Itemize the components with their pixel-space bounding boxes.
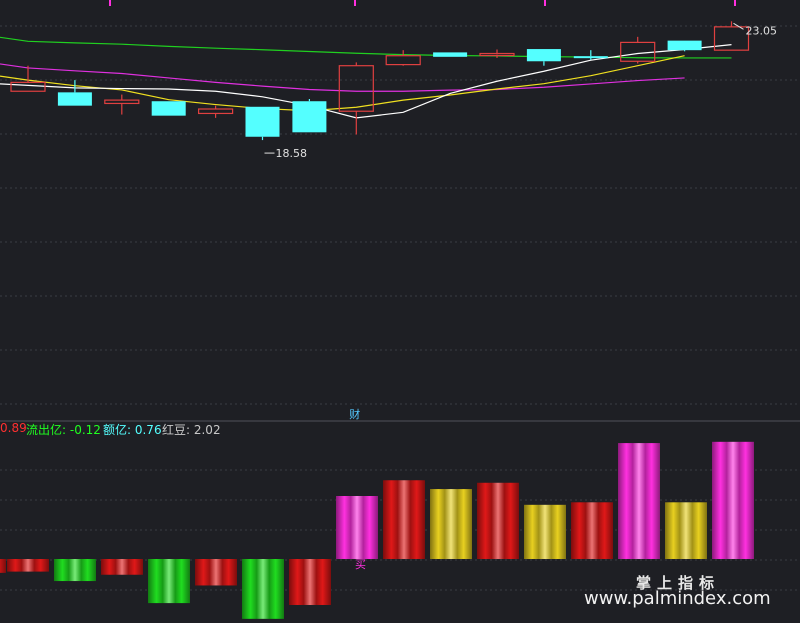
candle-body-up (198, 108, 234, 115)
indicator-bar (7, 559, 49, 572)
candle-body-up (479, 52, 515, 57)
indicator-bar (618, 443, 660, 559)
candle-body-down (573, 56, 608, 59)
candle-body-up (338, 65, 374, 112)
candle (667, 40, 702, 52)
indicator-bar (430, 489, 472, 559)
indicator-bar (289, 559, 331, 605)
chart-annotations: 23.05 18.58 财 (264, 22, 778, 421)
indicator-bar (101, 559, 143, 575)
indicator-bar (336, 496, 378, 559)
indicator-bar (712, 441, 754, 559)
high-label: 23.05 (746, 24, 778, 37)
indicator-bar (571, 502, 613, 559)
candle (526, 49, 561, 66)
candle-body-down (433, 52, 468, 57)
indicator-bar (665, 502, 707, 559)
candle-body-up (620, 41, 656, 62)
indicator-bar (524, 504, 566, 559)
candle (151, 101, 186, 116)
candle-body-down (245, 106, 280, 137)
candle (104, 94, 140, 115)
indicator-bar (195, 559, 237, 586)
indicator-bar (54, 559, 96, 582)
chart-canvas: 买 23.05 18.58 财 (0, 0, 800, 619)
low-label: 18.58 (276, 147, 308, 160)
candle-body-down (151, 101, 186, 116)
candle (245, 106, 280, 141)
indicator-bar (242, 559, 284, 619)
indicator-bar (148, 559, 190, 604)
ma-long-line (0, 36, 732, 59)
candle (338, 62, 374, 135)
candle (385, 50, 421, 66)
ma-mid-line (0, 55, 685, 112)
legend-outflow: 流出亿: -0.12 (26, 423, 101, 437)
legend-value-red: 0.89 (0, 421, 27, 435)
buy-marker: 买 (355, 558, 366, 571)
candle-body-down (292, 101, 327, 133)
candle-body-up (104, 99, 140, 105)
candle-body-up (385, 55, 421, 66)
candle (198, 105, 234, 118)
candle-body-up (10, 81, 46, 92)
event-marker: 财 (349, 407, 360, 421)
watermark-url: www.palmindex.com (584, 588, 771, 609)
moving-average-lines (0, 36, 732, 119)
legend-hongdou: 红豆: 2.02 (162, 423, 221, 437)
candle-body-down (57, 92, 92, 106)
indicator-bar (0, 559, 6, 573)
candle (292, 99, 327, 133)
legend-amount: 额亿: 0.76 (103, 423, 162, 437)
candle (620, 36, 656, 64)
candle (433, 52, 468, 57)
indicator-bar (383, 480, 425, 559)
candle-body-down (526, 49, 561, 62)
candle-body-up (713, 26, 750, 51)
indicator-bar (477, 482, 519, 559)
candle-body-down (667, 40, 702, 51)
